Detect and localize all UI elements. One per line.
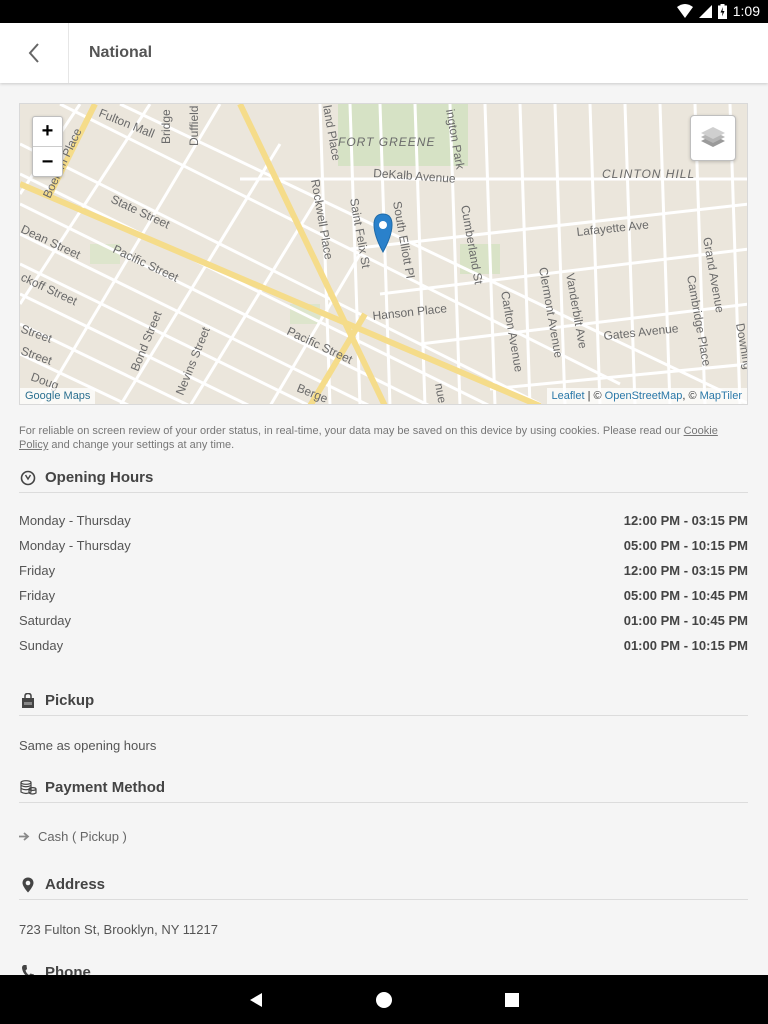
nav-recents-button[interactable] [501, 989, 523, 1011]
hours-day: Friday [19, 563, 56, 578]
map-attribution: Leaflet | © OpenStreetMap, © MapTiler [546, 388, 747, 404]
cookie-notice: For reliable on screen review of your or… [19, 424, 749, 452]
hours-day: Friday [19, 588, 56, 603]
hours-time: 01:00 PM - 10:15 PM [623, 638, 748, 653]
address-title: Address [45, 876, 106, 893]
payment-method-title: Payment Method [45, 779, 166, 796]
hours-time: 01:00 PM - 10:45 PM [623, 613, 748, 628]
google-maps-link[interactable]: Google Maps [20, 388, 96, 404]
opening-hours-header: Opening Hours [19, 463, 748, 493]
hours-row: Sunday 01:00 PM - 10:15 PM [19, 638, 748, 658]
arrow-right-icon [19, 832, 30, 841]
zoom-out-button[interactable]: − [33, 147, 62, 177]
layers-button[interactable] [690, 115, 736, 161]
chevron-left-icon [28, 43, 39, 63]
status-bar: 1:09 [0, 0, 768, 23]
hours-row: Monday - Thursday 12:00 PM - 03:15 PM [19, 513, 748, 533]
hours-day: Monday - Thursday [19, 513, 131, 528]
map-marker-icon [22, 877, 34, 892]
pickup-text: Same as opening hours [19, 738, 157, 753]
back-button[interactable] [0, 23, 69, 83]
map-label-fort-greene: FORT GREENE [338, 135, 435, 149]
app-bar: National [0, 23, 768, 83]
maptiler-link[interactable]: MapTiler [700, 390, 742, 402]
nav-back-icon [250, 993, 262, 1007]
hours-time: 05:00 PM - 10:15 PM [623, 538, 748, 553]
hours-row: Saturday 01:00 PM - 10:45 PM [19, 613, 748, 633]
phone-title: Phone [45, 963, 91, 976]
cookie-text-before: For reliable on screen review of your or… [19, 425, 684, 437]
leaflet-link[interactable]: Leaflet [552, 390, 585, 402]
hours-day: Sunday [19, 638, 64, 653]
cookie-text-after: and change your settings at any time. [48, 439, 235, 451]
map-tiles[interactable]: FORT GREENE CLINTON HILL DeKalb Avenue F… [20, 104, 748, 405]
hours-day: Saturday [19, 613, 72, 628]
page-title: National [89, 44, 153, 61]
nav-recents-icon [505, 993, 519, 1007]
address-header: Address [19, 870, 748, 900]
opening-hours-title: Opening Hours [45, 469, 154, 486]
hours-time: 12:00 PM - 03:15 PM [623, 513, 748, 528]
zoom-in-button[interactable]: + [33, 117, 62, 147]
payment-method-item: Cash ( Pickup ) [19, 829, 127, 844]
signal-icon [698, 4, 712, 18]
map-label-duffield: Duffield [187, 106, 201, 146]
nav-back-button[interactable] [245, 989, 267, 1011]
map-label-clinton-hill: CLINTON HILL [602, 167, 695, 181]
map-label-bridge: Bridge [159, 109, 173, 144]
hours-day: Monday - Thursday [19, 538, 131, 553]
wifi-icon [676, 4, 693, 18]
phone-header: Phone [19, 957, 748, 975]
map-view[interactable]: FORT GREENE CLINTON HILL DeKalb Avenue F… [19, 103, 748, 405]
pickup-header: Pickup [19, 686, 748, 716]
openstreetmap-link[interactable]: OpenStreetMap [605, 390, 683, 402]
hours-row: Friday 12:00 PM - 03:15 PM [19, 563, 748, 583]
attribution-comma: , © [682, 390, 700, 402]
hours-row: Monday - Thursday 05:00 PM - 10:15 PM [19, 538, 748, 558]
coins-icon [19, 780, 37, 795]
hours-time: 05:00 PM - 10:45 PM [623, 588, 748, 603]
nav-home-icon [376, 992, 392, 1008]
clock-icon [20, 470, 36, 485]
address-text[interactable]: 723 Fulton St, Brooklyn, NY 11217 [19, 922, 218, 937]
phone-icon [22, 965, 34, 975]
attribution-separator: | © [584, 390, 605, 402]
system-navigation-bar [0, 975, 768, 1024]
hours-time: 12:00 PM - 03:15 PM [623, 563, 748, 578]
shopping-bag-icon [22, 692, 34, 708]
zoom-control: + − [32, 116, 63, 177]
battery-charging-icon [717, 3, 727, 19]
nav-home-button[interactable] [373, 989, 395, 1011]
layers-icon [701, 127, 725, 147]
payment-method-label: Cash ( Pickup ) [38, 829, 127, 844]
hours-row: Friday 05:00 PM - 10:45 PM [19, 588, 748, 608]
clock-time: 1:09 [732, 3, 760, 19]
payment-method-header: Payment Method [19, 773, 748, 803]
pickup-title: Pickup [45, 692, 95, 709]
store-info-content[interactable]: FORT GREENE CLINTON HILL DeKalb Avenue F… [0, 83, 768, 975]
